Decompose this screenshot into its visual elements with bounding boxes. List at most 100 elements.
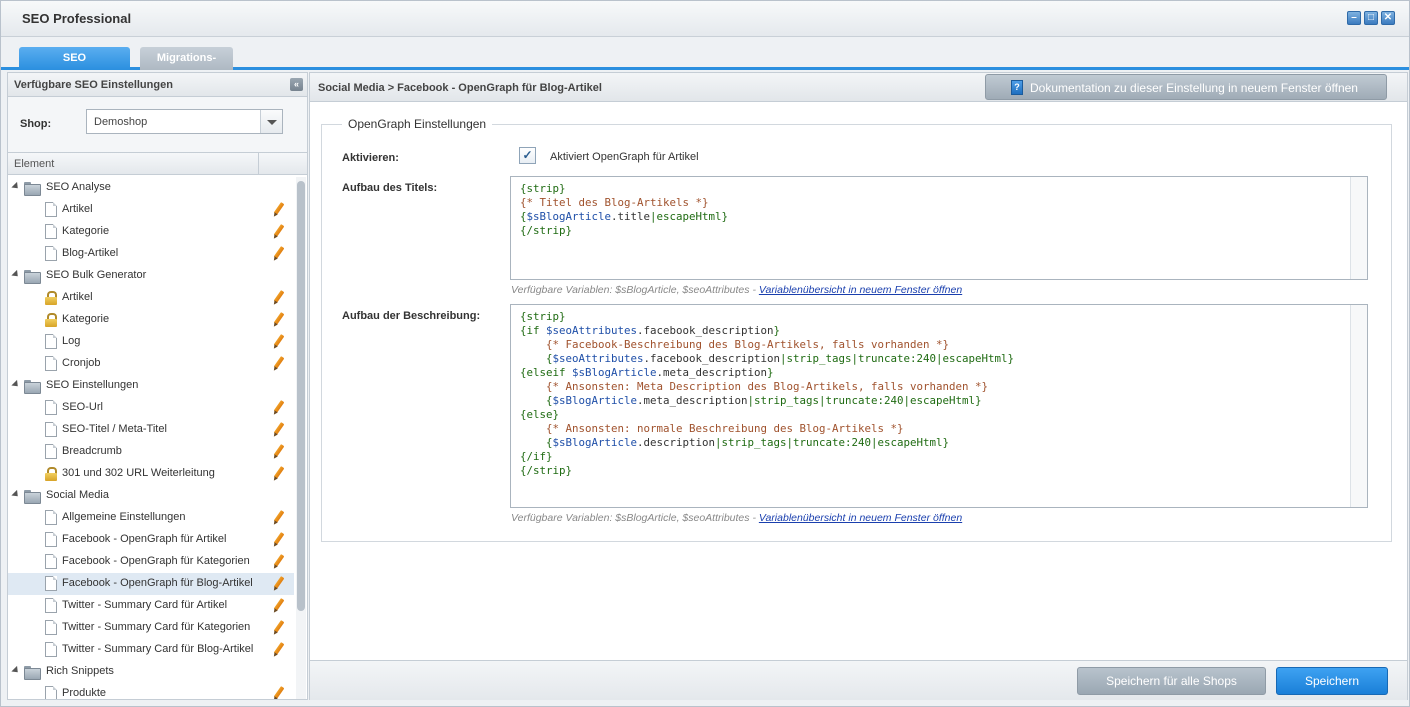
tree-column-header: Element [8, 153, 307, 175]
code-token: { [520, 394, 553, 407]
lock-icon [45, 313, 57, 327]
panel-title: Verfügbare SEO Einstellungen [14, 79, 173, 91]
editor-scrollbar[interactable] [1350, 177, 1367, 279]
pencil-icon[interactable] [271, 290, 287, 306]
tab-seo-einstellungen[interactable]: SEO Einstellungen [19, 47, 130, 87]
description-template-code[interactable]: {strip} {if $seoAttributes.facebook_desc… [511, 305, 1367, 478]
tree-item[interactable]: SEO-Url [8, 397, 294, 419]
settings-tree-panel: Verfügbare SEO Einstellungen « Shop: Dem… [7, 72, 308, 700]
breadcrumb: Social Media > Facebook - OpenGraph für … [318, 82, 602, 94]
page-icon [45, 202, 57, 217]
pencil-icon[interactable] [271, 224, 287, 240]
page-icon [45, 334, 57, 349]
expand-arrow-icon[interactable] [11, 665, 21, 676]
pencil-icon[interactable] [271, 422, 287, 438]
description-template-editor[interactable]: {strip} {if $seoAttributes.facebook_desc… [510, 304, 1368, 508]
tree-item[interactable]: Log [8, 331, 294, 353]
documentation-button-label: Dokumentation zu dieser Einstellung in n… [1030, 81, 1358, 95]
pencil-icon[interactable] [271, 532, 287, 548]
editor-scrollbar[interactable] [1350, 305, 1367, 507]
maximize-icon[interactable]: □ [1364, 11, 1378, 25]
code-token: .facebook_description [637, 324, 774, 337]
shop-select[interactable]: Demoshop [86, 109, 283, 134]
code-token: { [520, 352, 553, 365]
pencil-icon[interactable] [271, 642, 287, 658]
tree-item[interactable]: Twitter - Summary Card für Artikel [8, 595, 294, 617]
code-token: {* Ansonsten: Meta Description des Blog-… [546, 380, 989, 393]
page-icon [45, 356, 57, 371]
expand-arrow-icon[interactable] [11, 489, 21, 500]
code-token: |strip_tags|truncate:240|escapeHtml} [780, 352, 1015, 365]
page-icon [45, 246, 57, 261]
documentation-button[interactable]: ? Dokumentation zu dieser Einstellung in… [985, 74, 1387, 100]
tree-group[interactable]: SEO Analyse [8, 177, 294, 199]
pencil-icon[interactable] [271, 576, 287, 592]
pencil-icon[interactable] [271, 312, 287, 328]
pencil-icon[interactable] [271, 202, 287, 218]
description-template-label: Aufbau der Beschreibung: [342, 310, 481, 322]
tree-item[interactable]: Facebook - OpenGraph für Blog-Artikel [8, 573, 294, 595]
tree-item[interactable]: Facebook - OpenGraph für Kategorien [8, 551, 294, 573]
chevron-down-icon[interactable] [260, 110, 282, 133]
tree-group-label: SEO Einstellungen [46, 379, 139, 391]
pencil-icon[interactable] [271, 686, 287, 699]
tree-item[interactable]: Produkte [8, 683, 294, 699]
tree-item[interactable]: Kategorie [8, 309, 294, 331]
pencil-icon[interactable] [271, 444, 287, 460]
tree-item[interactable]: 301 und 302 URL Weiterleitung [8, 463, 294, 485]
tab-migrations-tool[interactable]: Migrations-Tool [140, 47, 233, 87]
pencil-icon[interactable] [271, 400, 287, 416]
variables-hint-text: Verfügbare Variablen: $sBlogArticle, $se… [511, 512, 759, 524]
page-icon [45, 510, 57, 525]
title-template-code[interactable]: {strip} {* Titel des Blog-Artikels *} {$… [511, 177, 1367, 238]
pencil-icon[interactable] [271, 356, 287, 372]
expand-arrow-icon[interactable] [11, 269, 21, 280]
code-token: {* Facebook-Beschreibung des Blog-Artike… [546, 338, 950, 351]
pencil-icon[interactable] [271, 554, 287, 570]
tree-item-label: 301 und 302 URL Weiterleitung [62, 467, 215, 479]
page-icon [45, 598, 57, 613]
tree-item[interactable]: SEO-Titel / Meta-Titel [8, 419, 294, 441]
help-icon: ? [1011, 80, 1023, 95]
save-button[interactable]: Speichern [1276, 667, 1388, 695]
pencil-icon[interactable] [271, 466, 287, 482]
variables-overview-link[interactable]: Variablenübersicht in neuem Fenster öffn… [759, 284, 962, 296]
tree-group[interactable]: SEO Bulk Generator [8, 265, 294, 287]
page-icon [45, 444, 57, 459]
collapse-icon[interactable]: « [290, 78, 303, 91]
page-icon [45, 532, 57, 547]
close-icon[interactable]: ✕ [1381, 11, 1395, 25]
save-all-shops-button[interactable]: Speichern für alle Shops [1077, 667, 1266, 695]
scrollbar-thumb[interactable] [297, 181, 305, 611]
code-token: $sBlogArticle [572, 366, 657, 379]
tree-item[interactable]: Breadcrumb [8, 441, 294, 463]
page-icon [45, 620, 57, 635]
pencil-icon[interactable] [271, 246, 287, 262]
variables-overview-link[interactable]: Variablenübersicht in neuem Fenster öffn… [759, 512, 962, 524]
tree-item[interactable]: Twitter - Summary Card für Kategorien [8, 617, 294, 639]
code-token: } [773, 324, 781, 337]
expand-arrow-icon[interactable] [11, 181, 21, 192]
tree-group-label: SEO Analyse [46, 181, 111, 193]
tree-group[interactable]: SEO Einstellungen [8, 375, 294, 397]
tree-scrollbar[interactable] [296, 177, 306, 699]
tree-group[interactable]: Rich Snippets [8, 661, 294, 683]
tree-item[interactable]: Kategorie [8, 221, 294, 243]
title-template-editor[interactable]: {strip} {* Titel des Blog-Artikels *} {$… [510, 176, 1368, 280]
tree-item[interactable]: Artikel [8, 199, 294, 221]
tree-item[interactable]: Facebook - OpenGraph für Artikel [8, 529, 294, 551]
activate-checkbox[interactable]: ✓ [519, 147, 536, 164]
tree-item[interactable]: Twitter - Summary Card für Blog-Artikel [8, 639, 294, 661]
tree-item[interactable]: Artikel [8, 287, 294, 309]
tree-item[interactable]: Blog-Artikel [8, 243, 294, 265]
tree-group[interactable]: Social Media [8, 485, 294, 507]
pencil-icon[interactable] [271, 598, 287, 614]
pencil-icon[interactable] [271, 620, 287, 636]
minimize-icon[interactable]: – [1347, 11, 1361, 25]
tree-item[interactable]: Allgemeine Einstellungen [8, 507, 294, 529]
pencil-icon[interactable] [271, 334, 287, 350]
tree-item[interactable]: Cronjob [8, 353, 294, 375]
pencil-icon[interactable] [271, 510, 287, 526]
expand-arrow-icon[interactable] [11, 379, 21, 390]
